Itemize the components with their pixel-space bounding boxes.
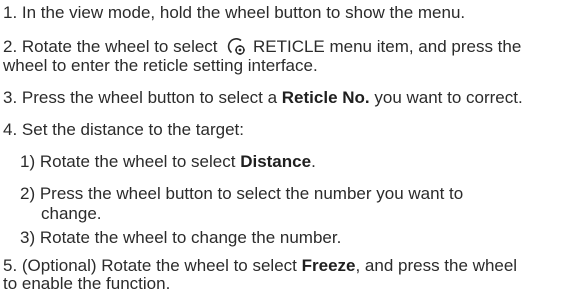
instruction-list: 1. In the view mode, hold the wheel butt… xyxy=(0,0,582,293)
step-4-2-text-cont: change. xyxy=(41,204,102,223)
step-4-1-text-start: 1) Rotate the wheel to select xyxy=(20,152,241,171)
step-2-continued: wheel to enter the reticle setting inter… xyxy=(3,56,318,76)
step-5-text-end: , and press the wheel xyxy=(355,256,518,275)
step-3-text-end: you want to correct. xyxy=(369,88,523,107)
step-2: 2. Rotate the wheel to select RETICLE me… xyxy=(3,36,521,57)
step-4-2-text: 2) Press the wheel button to select the … xyxy=(20,184,464,203)
distance-term: Distance xyxy=(240,152,312,171)
step-4-1-text-end: . xyxy=(311,152,316,171)
step-4-2-continued: change. xyxy=(41,204,102,224)
step-1: 1. In the view mode, hold the wheel butt… xyxy=(3,3,465,23)
step-4-text: 4. Set the distance to the target: xyxy=(3,120,244,139)
step-4: 4. Set the distance to the target: xyxy=(3,120,244,140)
step-5: 5. (Optional) Rotate the wheel to select… xyxy=(3,256,517,276)
reticle-icon xyxy=(225,36,247,56)
step-4-1: 1) Rotate the wheel to select Distance. xyxy=(20,152,316,172)
step-3: 3. Press the wheel button to select a Re… xyxy=(3,88,523,108)
step-5-text-start: 5. (Optional) Rotate the wheel to select xyxy=(3,256,302,275)
step-4-2: 2) Press the wheel button to select the … xyxy=(20,184,463,204)
freeze-term: Freeze xyxy=(301,256,356,275)
step-5-text-cont: to enable the function. xyxy=(3,274,171,293)
step-3-text-start: 3. Press the wheel button to select a xyxy=(3,88,282,107)
step-2-text-end: RETICLE menu item, and press the xyxy=(248,37,522,56)
reticle-no-term: Reticle No. xyxy=(281,88,370,107)
step-5-continued: to enable the function. xyxy=(3,274,170,294)
step-2-text-start: 2. Rotate the wheel to select xyxy=(3,37,223,56)
step-2-text-cont: wheel to enter the reticle setting inter… xyxy=(3,56,318,75)
step-4-3-text: 3) Rotate the wheel to change the number… xyxy=(20,228,342,247)
step-1-text: 1. In the view mode, hold the wheel butt… xyxy=(3,3,466,22)
step-4-3: 3) Rotate the wheel to change the number… xyxy=(20,228,341,248)
